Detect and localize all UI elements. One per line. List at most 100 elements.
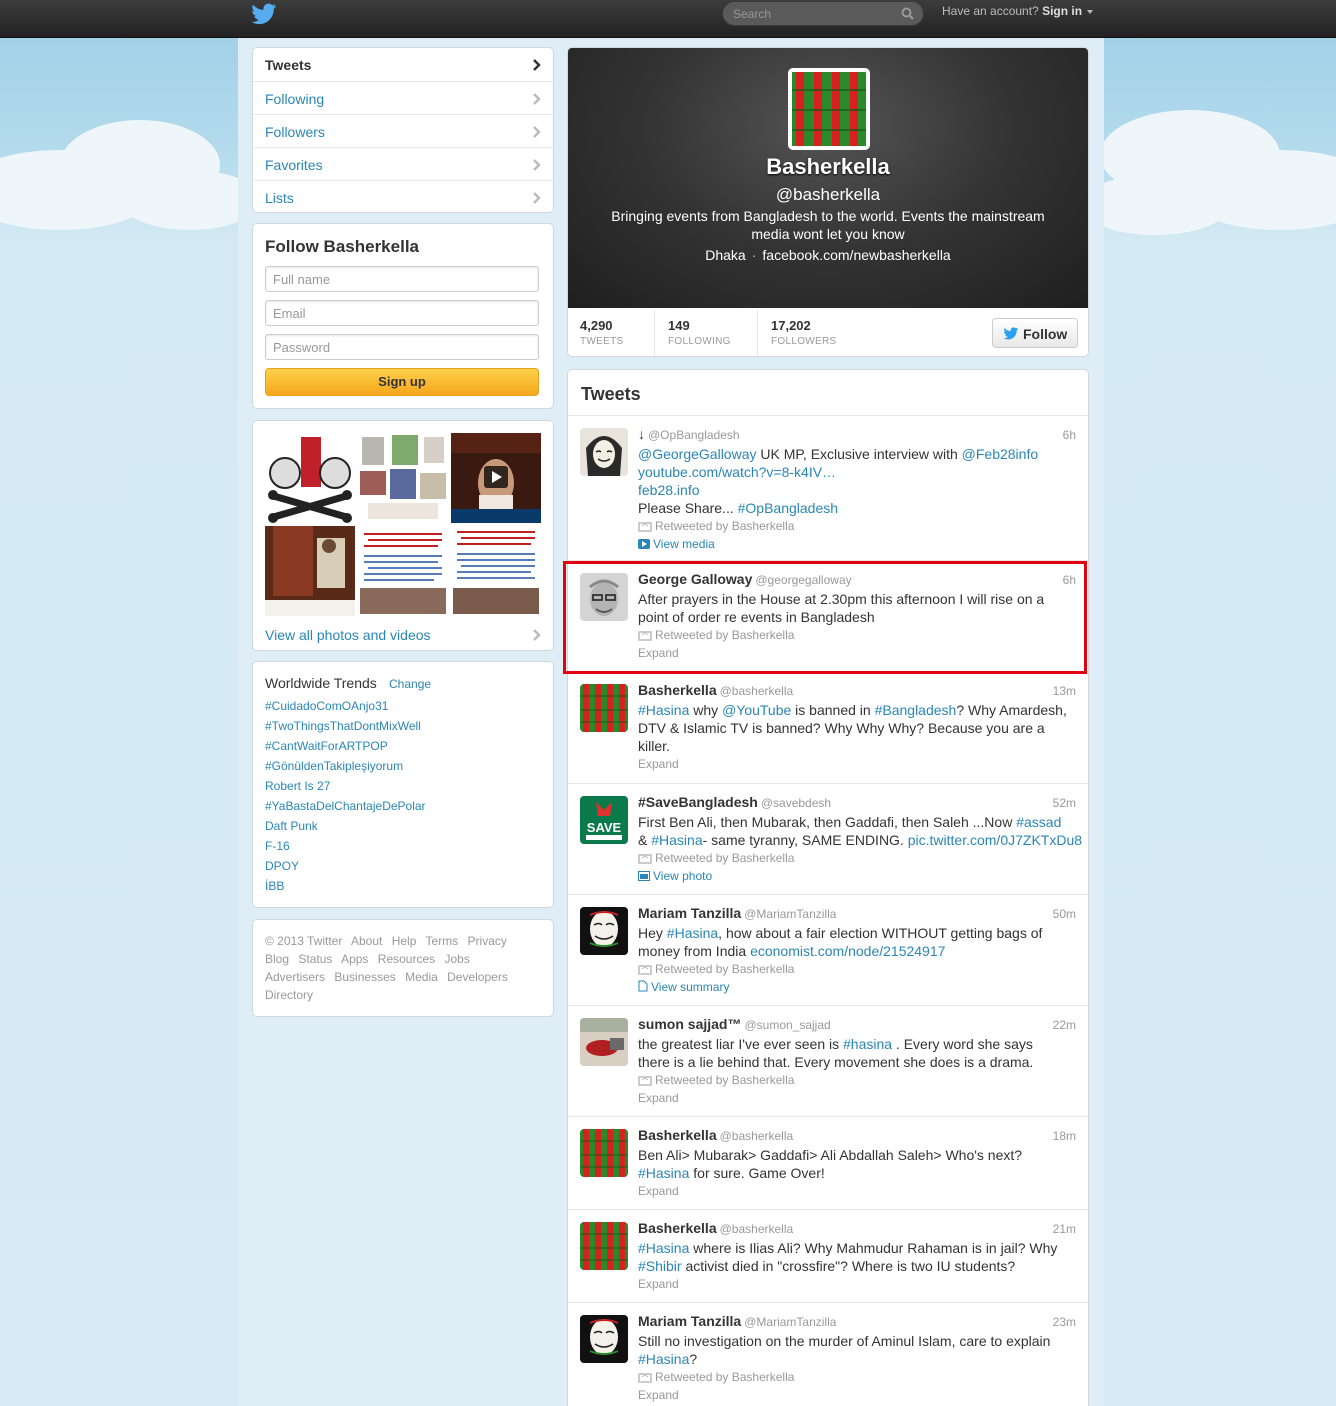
tweet-author[interactable]: Mariam Tanzilla @MariamTanzilla <box>638 1313 836 1329</box>
media-thumbnail[interactable] <box>265 433 355 523</box>
trend-item[interactable]: İBB <box>265 879 284 893</box>
footer-link[interactable]: Help <box>392 934 417 948</box>
hashtag-link[interactable]: #Hasina <box>638 1165 689 1181</box>
hashtag-link[interactable]: #Bangladesh <box>875 702 957 718</box>
avatar[interactable] <box>580 1315 628 1363</box>
view-photo-link[interactable]: View photo <box>638 869 712 883</box>
footer-link[interactable]: Terms <box>426 934 459 948</box>
expand-link[interactable]: Expand <box>638 1091 679 1105</box>
trend-item[interactable]: F-16 <box>265 839 290 853</box>
tweet-author[interactable]: sumon sajjad™ @sumon_sajjad <box>638 1016 831 1032</box>
hashtag-link[interactable]: #OpBangladesh <box>738 500 838 516</box>
media-thumbnail[interactable] <box>451 526 541 616</box>
tweet-item[interactable]: sumon sajjad™ @sumon_sajjad 22m the great… <box>568 1006 1088 1117</box>
nav-item-following[interactable]: Following <box>253 81 553 114</box>
footer-link[interactable]: Status <box>298 952 332 966</box>
url-link[interactable]: feb28.info <box>638 481 1078 499</box>
follow-button[interactable]: Follow <box>992 318 1078 348</box>
trend-item[interactable]: #TwoThingsThatDontMixWell <box>265 719 421 733</box>
tweet-item[interactable]: Basherkella @basherkella 21m #Hasina wher… <box>568 1210 1088 1303</box>
expand-link[interactable]: Expand <box>638 757 679 771</box>
caret-down-icon[interactable] <box>1087 9 1094 14</box>
footer-link[interactable]: Jobs <box>444 952 469 966</box>
search-icon[interactable] <box>901 7 914 20</box>
tweet-timestamp[interactable]: 21m <box>1053 1222 1076 1236</box>
hashtag-link[interactable]: #Hasina <box>638 702 689 718</box>
trend-item[interactable]: Robert Is 27 <box>265 779 330 793</box>
trend-item[interactable]: #GönüldenTakipleşiyorum <box>265 759 403 773</box>
tweet-timestamp[interactable]: 50m <box>1053 907 1076 921</box>
tweet-timestamp[interactable]: 13m <box>1053 684 1076 698</box>
tweet-author[interactable]: Basherkella @basherkella <box>638 1220 793 1236</box>
tweet-author[interactable]: #SaveBangladesh @savebdesh <box>638 794 831 810</box>
expand-link[interactable]: Expand <box>638 646 679 660</box>
avatar[interactable] <box>580 573 628 621</box>
email-field[interactable] <box>265 300 539 326</box>
nav-item-followers[interactable]: Followers <box>253 114 553 147</box>
avatar[interactable] <box>788 68 870 150</box>
footer-link[interactable]: Resources <box>378 952 435 966</box>
tweet-item[interactable]: Basherkella @basherkella 18m Ben Ali> Mub… <box>568 1117 1088 1210</box>
tweet-timestamp[interactable]: 18m <box>1053 1129 1076 1143</box>
media-thumbnail[interactable] <box>265 526 355 616</box>
trend-item[interactable]: #CantWaitForARTPOP <box>265 739 388 753</box>
url-link[interactable]: youtube.com/watch?v=8-k4IV… <box>638 463 1078 481</box>
expand-link[interactable]: Expand <box>638 1184 679 1198</box>
tweet-item[interactable]: Mariam Tanzilla @MariamTanzilla 50m Hey #… <box>568 895 1088 1006</box>
tweet-timestamp[interactable]: 6h <box>1063 428 1076 442</box>
expand-link[interactable]: Expand <box>638 1277 679 1291</box>
search-input[interactable] <box>733 6 893 22</box>
trends-change-link[interactable]: Change <box>389 677 431 691</box>
twitter-bird-icon[interactable] <box>251 3 277 25</box>
hashtag-link[interactable]: #assad <box>1016 814 1061 830</box>
tweet-item[interactable]: SAVE #SaveBangladesh @savebdesh 52m First… <box>568 784 1088 895</box>
trend-item[interactable]: #YaBastaDelChantajeDePolar <box>265 799 426 813</box>
pic-link[interactable]: pic.twitter.com/0J7ZKTxDu8 <box>908 832 1082 848</box>
footer-link[interactable]: Privacy <box>468 934 507 948</box>
media-thumbnail-video[interactable] <box>451 433 541 523</box>
footer-link[interactable]: Advertisers <box>265 970 325 984</box>
nav-item-lists[interactable]: Lists <box>253 180 553 213</box>
view-summary-link[interactable]: View summary <box>638 980 729 994</box>
hashtag-link[interactable]: #Hasina <box>651 832 702 848</box>
media-thumbnail[interactable] <box>358 433 448 523</box>
trend-item[interactable]: Daft Punk <box>265 819 318 833</box>
avatar[interactable] <box>580 907 628 955</box>
tweet-item[interactable]: ↓ @OpBangladesh 6h @GeorgeGalloway UK MP,… <box>568 416 1088 561</box>
tweet-timestamp[interactable]: 23m <box>1053 1315 1076 1329</box>
stat-tweets[interactable]: 4,290 TWEETS <box>580 318 623 347</box>
trend-item[interactable]: #CuidadoComOAnjo31 <box>265 699 388 713</box>
url-link[interactable]: economist.com/node/21524917 <box>750 943 945 959</box>
stat-followers[interactable]: 17,202 FOLLOWERS <box>771 318 837 347</box>
tweet-timestamp[interactable]: 6h <box>1063 573 1076 587</box>
nav-item-favorites[interactable]: Favorites <box>253 147 553 180</box>
avatar[interactable] <box>580 428 628 476</box>
fullname-field[interactable] <box>265 266 539 292</box>
mention-link[interactable]: @Feb28info <box>962 446 1038 462</box>
footer-link[interactable]: Directory <box>265 988 313 1002</box>
avatar[interactable] <box>580 1018 628 1066</box>
stat-following[interactable]: 149 FOLLOWING <box>668 318 731 347</box>
media-thumbnail[interactable] <box>358 526 448 616</box>
footer-link[interactable]: About <box>351 934 382 948</box>
trend-item[interactable]: DPOY <box>265 859 299 873</box>
hashtag-link[interactable]: #hasina <box>843 1036 892 1052</box>
hashtag-link[interactable]: #Hasina <box>638 1351 689 1367</box>
hashtag-link[interactable]: #Shibir <box>638 1258 682 1274</box>
search-box[interactable] <box>722 1 924 26</box>
expand-link[interactable]: Expand <box>638 1388 679 1402</box>
password-field[interactable] <box>265 334 539 360</box>
footer-link[interactable]: Apps <box>341 952 368 966</box>
tweet-author[interactable]: George Galloway @georgegalloway <box>638 571 852 587</box>
tweet-timestamp[interactable]: 22m <box>1053 1018 1076 1032</box>
avatar[interactable] <box>580 684 628 732</box>
avatar[interactable]: SAVE <box>580 796 628 844</box>
hashtag-link[interactable]: #Hasina <box>638 1240 689 1256</box>
profile-url[interactable]: facebook.com/newbasherkella <box>762 247 950 263</box>
tweet-item[interactable]: Mariam Tanzilla @MariamTanzilla 23m Still… <box>568 1303 1088 1406</box>
signup-button[interactable]: Sign up <box>265 368 539 396</box>
tweet-author[interactable]: Basherkella @basherkella <box>638 682 793 698</box>
nav-item-tweets[interactable]: Tweets <box>253 48 553 81</box>
tweet-item[interactable]: George Galloway @georgegalloway 6h After … <box>568 561 1088 672</box>
view-media-link[interactable]: View media <box>638 537 715 551</box>
